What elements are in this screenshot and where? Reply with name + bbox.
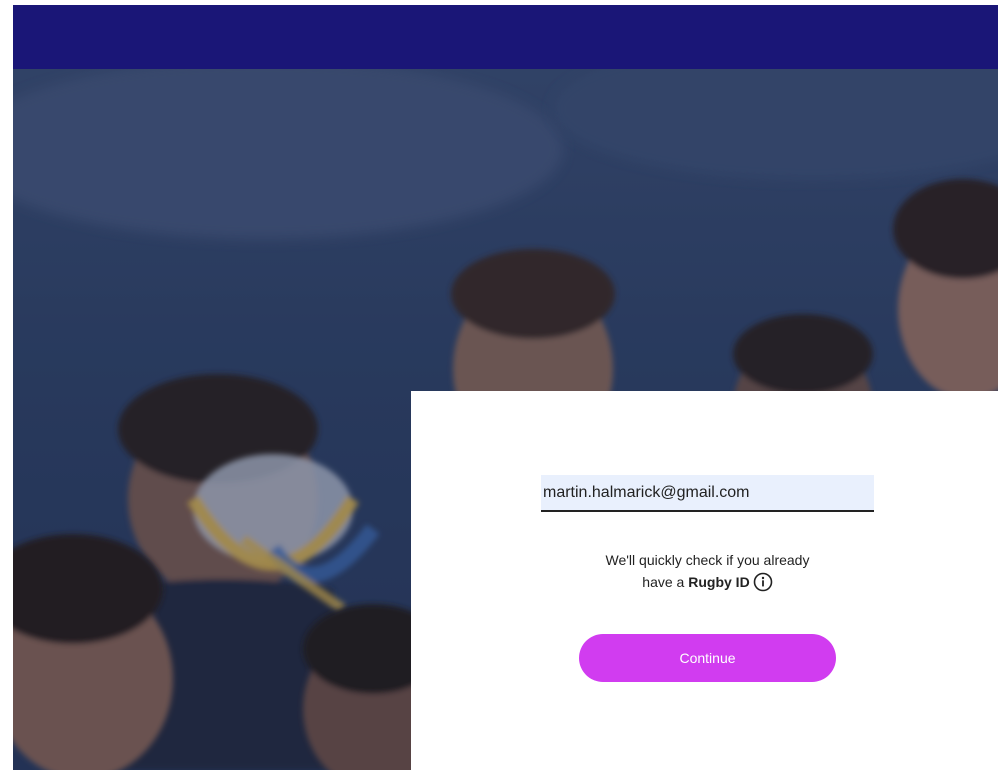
hint-line-1: We'll quickly check if you already [605, 552, 810, 568]
continue-button[interactable]: Continue [579, 634, 836, 682]
hint-line-2: have a Rugby ID [541, 571, 874, 598]
hint-line-2-prefix: have a [642, 574, 689, 590]
email-field[interactable] [541, 475, 874, 512]
rugby-id-label: Rugby ID [688, 574, 750, 590]
page: We'll quickly check if you already have … [0, 0, 998, 770]
top-header-bar [13, 5, 998, 69]
info-circle-icon[interactable] [753, 572, 773, 598]
rugby-id-hint: We'll quickly check if you already have … [541, 549, 874, 598]
login-card: We'll quickly check if you already have … [411, 391, 998, 770]
